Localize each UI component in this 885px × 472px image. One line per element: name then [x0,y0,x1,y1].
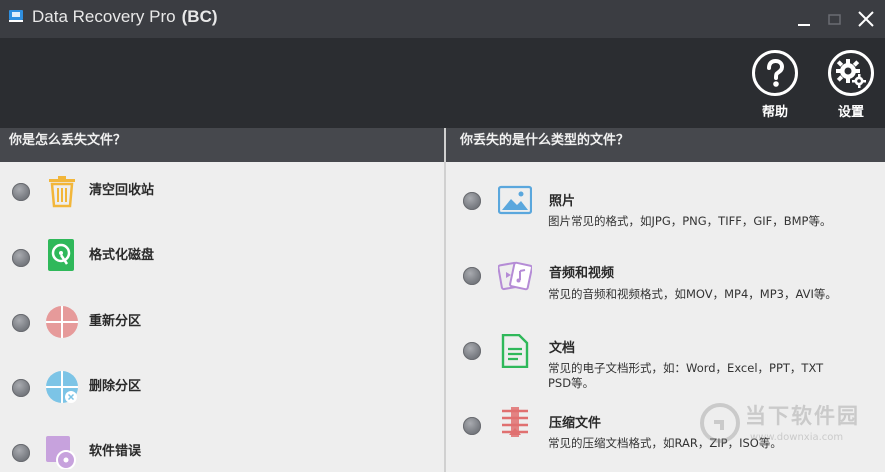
app-logo-icon [9,10,23,22]
radio-button[interactable] [12,183,30,201]
option-label: 清空回收站 [89,183,155,198]
settings-button[interactable]: 设置 [823,50,879,122]
photo-icon [498,185,532,215]
radio-button[interactable] [12,379,30,397]
software-error-icon [46,436,76,469]
document-icon [501,334,529,368]
option-label: 音频和视频 [549,266,615,281]
repartition-icon [46,306,78,338]
file-type-header: 你丢失的是什么类型的文件？ [446,128,885,162]
recycle-bin-icon [49,176,75,208]
help-label: 帮助 [761,105,788,120]
option-label: 压缩文件 [549,416,602,431]
maximize-icon[interactable] [824,8,846,30]
app-edition: (BC) [181,7,218,26]
help-icon [752,50,798,96]
option-description: 图片常见的格式，如JPG，PNG，TIFF，GIF，BMP等。 [548,214,832,228]
option-label: 照片 [549,194,576,209]
radio-button[interactable] [463,342,481,360]
option-label: 软件错误 [89,444,142,459]
loss-reason-panel: 清空回收站 格式化磁盘 重新分区 删除分区 软件错误 [0,162,444,472]
watermark-logo-icon [700,403,740,443]
radio-button[interactable] [12,249,30,267]
app-name: Data Recovery Pro [32,7,176,26]
audio-video-icon [498,261,532,291]
loss-reason-header: 你是怎么丢失文件？ [0,128,444,162]
radio-button[interactable] [463,192,481,210]
radio-button[interactable] [12,444,30,462]
option-label: 重新分区 [89,314,142,329]
option-description: 常见的电子文档形式，如：Word，Excel，PPT，TXT PSD等。 [548,361,824,390]
minimize-icon[interactable] [794,8,816,30]
disk-format-icon [48,239,74,271]
radio-button[interactable] [463,417,481,435]
radio-button[interactable] [12,314,30,332]
watermark-text: 当下软件园 [745,404,860,428]
title-bar: Data Recovery Pro (BC) [0,0,885,38]
option-label: 格式化磁盘 [89,248,155,263]
option-label: 删除分区 [89,379,142,394]
option-label: 文档 [549,341,576,356]
watermark: 当下软件园 www.downxia.com [700,398,870,462]
watermark-url: www.downxia.com [750,432,844,443]
option-description: 常见的音频和视频格式，如MOV，MP4，MP3，AVI等。 [548,287,837,301]
toolbar: 帮助 设置 [0,38,885,128]
delete-partition-icon [46,371,78,403]
radio-button[interactable] [463,267,481,285]
gear-icon [828,50,874,96]
app-title: Data Recovery Pro (BC) [32,7,218,27]
settings-label: 设置 [837,105,864,120]
help-button[interactable]: 帮助 [747,50,803,122]
archive-icon [502,407,528,437]
close-icon[interactable] [855,8,877,30]
